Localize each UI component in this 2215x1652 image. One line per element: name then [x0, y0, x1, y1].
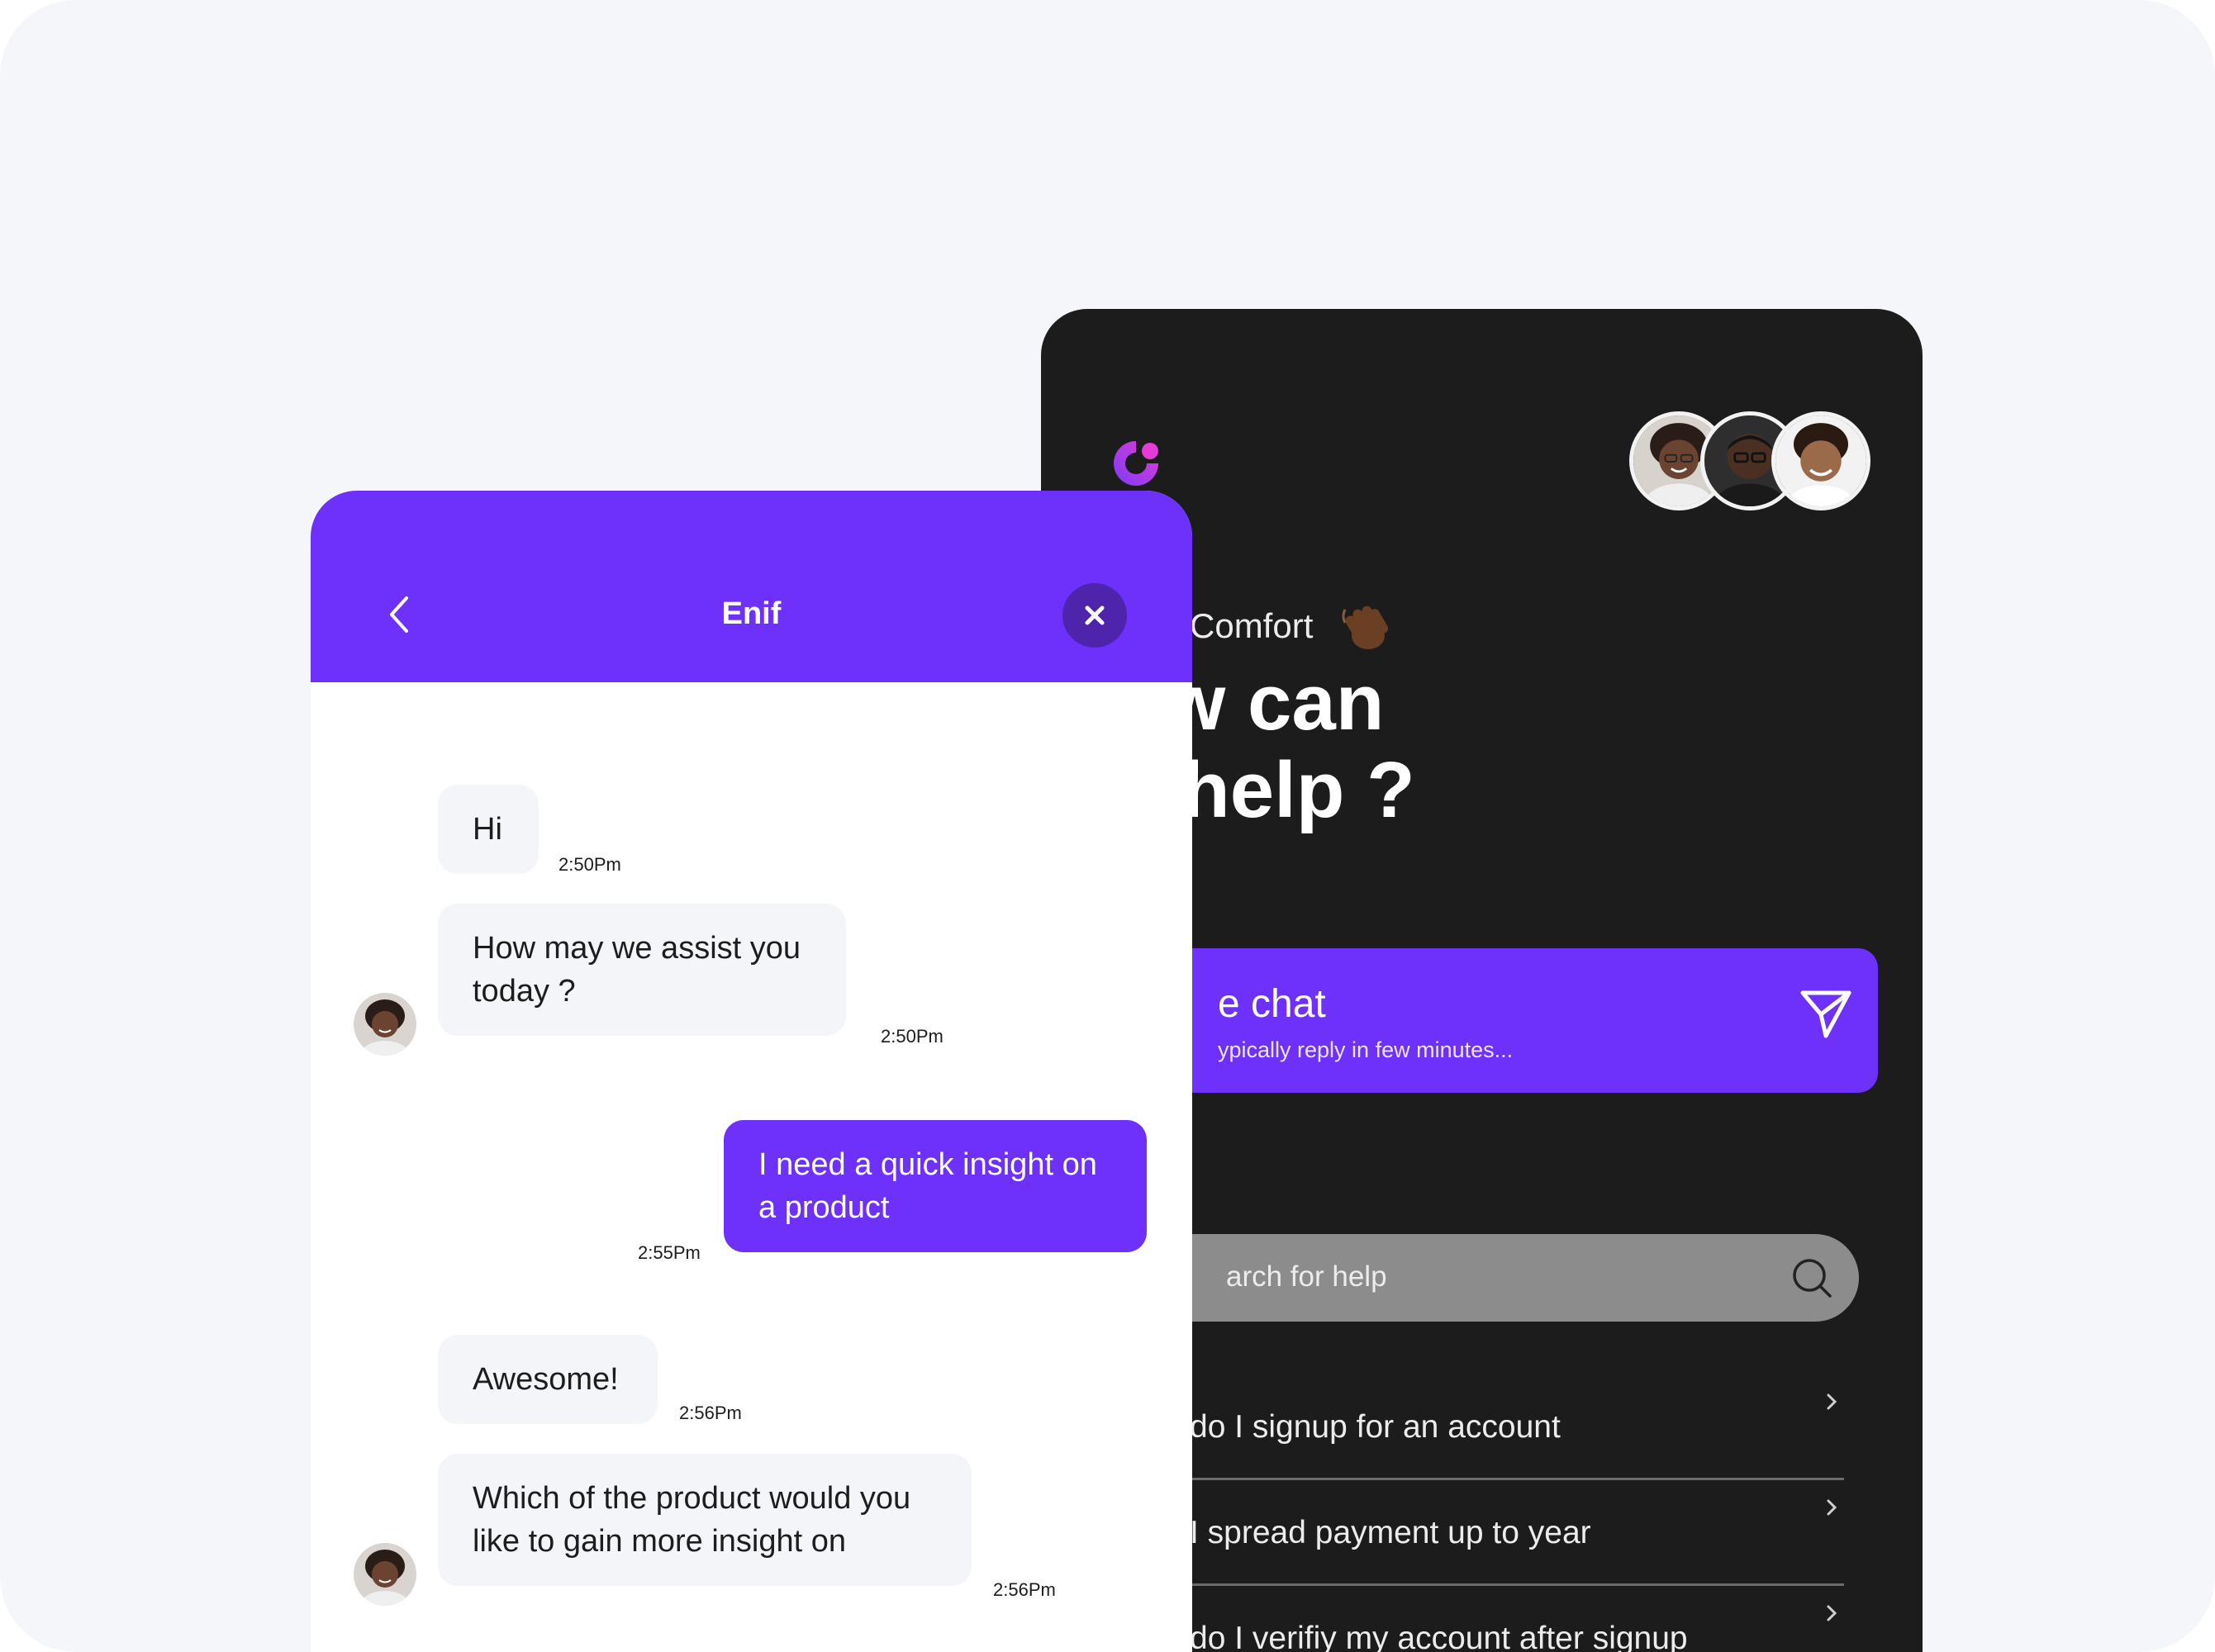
faq-label: I spread payment up to year [1190, 1515, 1591, 1550]
greeting-text: Comfort [1190, 606, 1314, 645]
search-placeholder: arch for help [1226, 1260, 1387, 1293]
chevron-right-icon [1827, 1605, 1837, 1621]
message-bubble-incoming: How may we assist you today ? [438, 904, 846, 1036]
live-chat-button[interactable]: e chat ypically reply in few minutes... [1094, 948, 1878, 1093]
waving-hand-emoji [1342, 605, 1389, 649]
message-bubble-incoming: Which of the product would you like to g… [438, 1454, 972, 1586]
message-timestamp: 2:50Pm [559, 854, 621, 875]
chat-title: Enif [721, 596, 782, 631]
background-canvas: Comfort ow can e help ? e chat ypically … [0, 0, 2215, 1652]
faq-label: do I verifiy my account after signup [1190, 1621, 1688, 1652]
message-timestamp: 2:55Pm [638, 1242, 701, 1263]
close-icon [1085, 605, 1105, 625]
message-timestamp: 2:56Pm [679, 1403, 742, 1423]
chevron-right-icon [1827, 1393, 1837, 1410]
chevron-right-icon [1827, 1499, 1837, 1516]
agent-avatar-3 [1771, 411, 1870, 510]
send-icon [1800, 990, 1851, 1038]
live-chat-subtitle: ypically reply in few minutes... [1218, 1037, 1514, 1062]
close-button[interactable] [1062, 583, 1127, 648]
agent-avatar [354, 1543, 416, 1606]
search-icon[interactable] [1791, 1257, 1834, 1300]
message-bubble-incoming: Hi [438, 785, 539, 874]
message-bubble-outgoing: I need a quick insight on a product [724, 1120, 1147, 1252]
help-search-input[interactable]: arch for help [1094, 1234, 1859, 1322]
faq-label: do I signup for an account [1190, 1409, 1561, 1445]
message-bubble-incoming: Awesome! [438, 1335, 658, 1424]
agent-avatar [354, 993, 416, 1056]
live-chat-title: e chat [1218, 982, 1326, 1026]
brand-logo-icon [1114, 441, 1158, 486]
agent-avatar-group [1629, 411, 1877, 519]
chat-window: Enif Hi 2:50Pm How may we assist you tod… [311, 491, 1192, 1652]
message-timestamp: 2:56Pm [993, 1579, 1056, 1600]
message-timestamp: 2:50Pm [881, 1026, 944, 1047]
chat-header: Enif [311, 491, 1192, 682]
